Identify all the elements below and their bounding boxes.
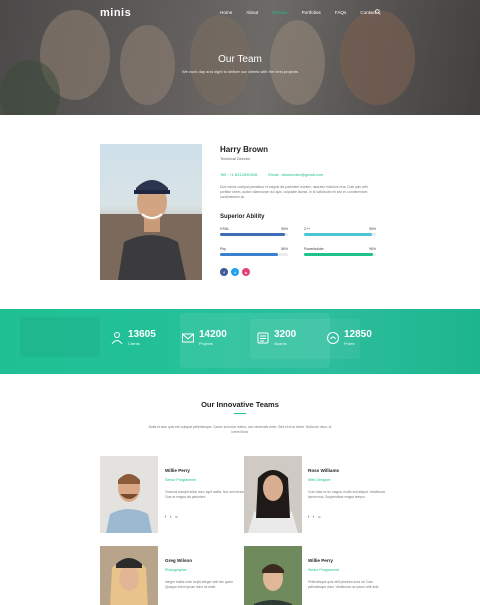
stat-label: Awards bbox=[274, 342, 287, 346]
skill-name: Powerbuilder bbox=[304, 247, 324, 251]
profile-socials: f t o bbox=[220, 268, 250, 276]
profile-email[interactable]: Email : dinnkonlev@gmail.com bbox=[268, 172, 323, 177]
stat-awards: 3200 Awards bbox=[256, 330, 296, 346]
stats-background bbox=[20, 313, 360, 368]
profile-name: Harry Brown bbox=[220, 145, 269, 154]
stat-prizes: 12850 Prizes bbox=[326, 330, 372, 346]
skills-title: Superior Ability bbox=[220, 214, 265, 220]
search-icon[interactable] bbox=[375, 9, 381, 15]
skill-name: C++ bbox=[304, 227, 311, 231]
client-icon bbox=[111, 332, 123, 345]
stat-clients: 13605 Clients bbox=[110, 330, 156, 346]
member-bio: Integer mattis enim turpis integer velit… bbox=[165, 580, 234, 589]
teams-title-underline bbox=[234, 413, 246, 414]
profile-phone[interactable]: Tell : +1 8412590545 bbox=[220, 172, 257, 177]
member-name: Willie Perry bbox=[308, 558, 333, 563]
member-name: Greg Wilson bbox=[165, 558, 193, 563]
twitter-icon[interactable]: t bbox=[170, 514, 171, 519]
skill-bar-cpp: C++ 95% bbox=[304, 227, 376, 236]
stat-label: Clients bbox=[128, 342, 140, 346]
nav-service[interactable]: Service bbox=[272, 10, 287, 15]
top-navbar: minis Home About Service Portfolios FAQs… bbox=[0, 0, 480, 26]
stat-number: 3200 bbox=[274, 329, 297, 340]
skill-percent: 95% bbox=[369, 227, 376, 231]
profile-photo bbox=[100, 144, 202, 280]
hero-banner: minis Home About Service Portfolios FAQs… bbox=[0, 0, 480, 115]
member-role: Photographer bbox=[165, 568, 187, 572]
projects-icon bbox=[182, 333, 194, 343]
member-socials: f t o bbox=[308, 514, 320, 519]
skill-name: HTML bbox=[220, 227, 230, 231]
member-name: Willie Perry bbox=[165, 468, 190, 473]
member-photo bbox=[244, 456, 302, 533]
skill-name: Php bbox=[220, 247, 227, 251]
facebook-icon[interactable]: f bbox=[165, 514, 166, 519]
profile-role: Technical Director bbox=[220, 157, 251, 161]
facebook-icon[interactable]: f bbox=[308, 514, 309, 519]
teams-description: Nulla et arcu quis est volutpat pellente… bbox=[148, 425, 332, 434]
page-title: Our Team bbox=[218, 54, 262, 65]
skill-fill bbox=[220, 253, 279, 256]
nav-portfolios[interactable]: Portfolios bbox=[302, 10, 321, 15]
member-role: Senior Programmer bbox=[308, 568, 340, 572]
member-socials: f t o bbox=[165, 514, 177, 519]
twitter-icon[interactable]: t bbox=[231, 268, 239, 276]
awards-icon bbox=[257, 332, 269, 344]
prizes-icon bbox=[327, 332, 339, 344]
stat-number: 14200 bbox=[199, 329, 227, 340]
twitter-icon[interactable]: t bbox=[313, 514, 314, 519]
profile-contact: Tell : +1 8412590545 Email : dinnkonlev@… bbox=[220, 172, 333, 177]
member-photo bbox=[100, 456, 158, 533]
teams-title: Our Innovative Teams bbox=[201, 400, 279, 409]
member-photo bbox=[244, 546, 302, 605]
skill-fill bbox=[220, 233, 285, 236]
skill-percent: 86% bbox=[281, 247, 288, 251]
member-name: Ross Williams bbox=[308, 468, 340, 473]
nav-home[interactable]: Home bbox=[220, 10, 232, 15]
stat-projects: 14200 Projects bbox=[181, 330, 227, 346]
skill-percent: 95% bbox=[281, 227, 288, 231]
stat-number: 12850 bbox=[344, 329, 372, 340]
skill-bar-html: HTML 95% bbox=[220, 227, 288, 236]
instagram-icon[interactable]: o bbox=[318, 514, 320, 519]
skill-bar-php: Php 86% bbox=[220, 247, 288, 256]
stat-number: 13605 bbox=[128, 329, 156, 340]
stat-label: Prizes bbox=[344, 342, 355, 346]
page-subtitle: We work day and night to deliver our cli… bbox=[182, 69, 298, 74]
stat-label: Projects bbox=[199, 342, 213, 346]
skill-fill bbox=[304, 253, 374, 256]
skill-fill bbox=[304, 233, 373, 236]
member-bio: Cras vitae ex eu magna, mollis sed aliqu… bbox=[308, 490, 386, 499]
main-menu: Home About Service Portfolios FAQs Conta… bbox=[220, 10, 390, 15]
skill-bar-powerbuilder: Powerbuilder 96% bbox=[304, 247, 376, 256]
stats-band: 13605 Clients 14200 Projects 3200 Awards 12… bbox=[0, 309, 480, 374]
skill-percent: 96% bbox=[369, 247, 376, 251]
instagram-icon[interactable]: o bbox=[242, 268, 250, 276]
profile-bio: Duis varius volutpat penatibus et magnis… bbox=[220, 185, 368, 199]
nav-contact[interactable]: Contact bbox=[360, 10, 376, 15]
facebook-icon[interactable]: f bbox=[220, 268, 228, 276]
nav-faqs[interactable]: FAQs bbox=[335, 10, 347, 15]
instagram-icon[interactable]: o bbox=[175, 514, 177, 519]
member-photo bbox=[100, 546, 158, 605]
member-role: Senior Programmer bbox=[165, 478, 197, 482]
member-bio: Vivamus suscipit tellus nunc eget mattis… bbox=[165, 490, 245, 499]
member-bio: Pellentesque quis velit pharetra dolor s… bbox=[308, 580, 380, 589]
site-logo[interactable]: minis bbox=[100, 7, 131, 19]
nav-about[interactable]: About bbox=[246, 10, 258, 15]
member-role: Web Designer bbox=[308, 478, 331, 482]
